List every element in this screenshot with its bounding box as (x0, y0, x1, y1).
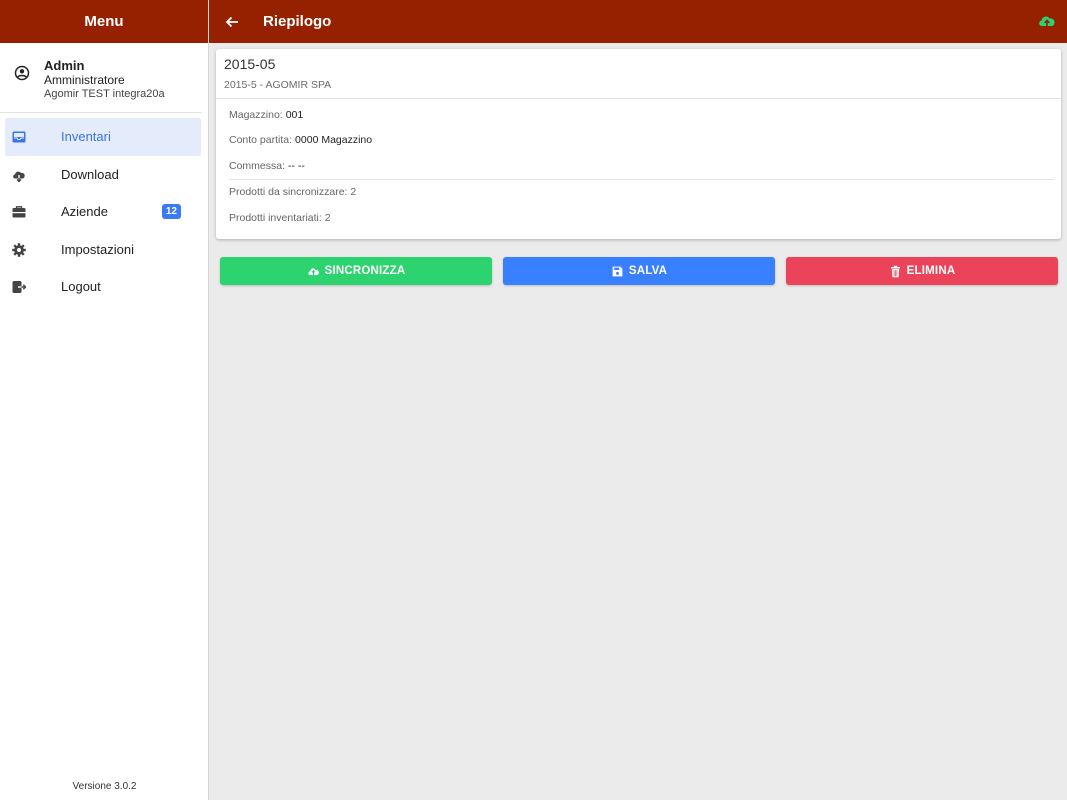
sidebar-item-label: Download (61, 166, 119, 182)
sync-button-label: SINCRONIZZA (324, 265, 406, 277)
sidebar-item-impostazioni[interactable]: Impostazioni (5, 231, 201, 269)
save-icon (612, 266, 623, 276)
user-profile: Admin Amministratore Agomir TEST integra… (0, 43, 202, 113)
inventory-summary-card: 2015-05 2015-5 - AGOMIR SPA Magazzino: 0… (216, 49, 1061, 239)
save-button-label: SALVA (628, 265, 668, 277)
card-header: 2015-05 2015-5 - AGOMIR SPA (216, 49, 1061, 99)
cloud-upload-icon (308, 267, 319, 275)
sidebar-item-download[interactable]: Download (5, 156, 201, 194)
sidebar-item-label: Inventari (61, 129, 111, 145)
magazzino-row: Magazzino: 001 (229, 102, 1054, 128)
sidebar-menu: Inventari Download Aziende 12 Impostazio… (0, 118, 208, 306)
aziende-count-badge: 12 (161, 204, 181, 219)
top-toolbar: Riepilogo (209, 0, 1067, 43)
conto-partita-label: Conto partita: (229, 134, 293, 147)
logout-icon (12, 281, 27, 293)
user-name: Admin (44, 58, 85, 73)
prodotti-da-sincronizzare: Prodotti da sincronizzare: 2 (229, 186, 357, 199)
conto-partita-value: 0000 Magazzino (295, 134, 373, 147)
delete-button[interactable]: ELIMINA (786, 257, 1058, 285)
sidebar-item-aziende[interactable]: Aziende 12 (5, 193, 201, 231)
conto-partita-row: Conto partita: 0000 Magazzino (229, 128, 1054, 154)
gear-icon (12, 242, 26, 257)
sidebar-item-logout[interactable]: Logout (5, 268, 201, 306)
briefcase-icon (12, 206, 26, 218)
prodotti-inventariati: Prodotti inventariati: 2 (229, 211, 331, 224)
commessa-label: Commessa: (229, 159, 286, 172)
back-button[interactable] (223, 13, 241, 31)
sidebar-item-inventari[interactable]: Inventari (5, 118, 201, 156)
delete-button-label: ELIMINA (906, 265, 956, 277)
magazzino-label: Magazzino: (229, 108, 283, 121)
magazzino-value: 001 (285, 108, 304, 121)
save-button[interactable]: SALVA (503, 257, 775, 285)
sidebar-title: Menu (0, 0, 208, 43)
cloud-download-icon (13, 171, 25, 182)
commessa-value: -- -- (288, 159, 305, 172)
inventory-title: 2015-05 (224, 56, 276, 72)
cloud-upload-icon[interactable] (1037, 12, 1057, 30)
card-body: Magazzino: 001 Conto partita: 0000 Magaz… (216, 102, 1061, 231)
inventory-subtitle: 2015-5 - AGOMIR SPA (224, 79, 332, 91)
sync-button[interactable]: SINCRONIZZA (220, 257, 492, 285)
sidebar-item-label: Aziende (61, 204, 108, 220)
sidebar: Menu Admin Amministratore Agomir TEST in… (0, 0, 209, 800)
sidebar-item-label: Impostazioni (61, 241, 134, 257)
user-company: Agomir TEST integra20a (44, 88, 165, 100)
app-version: Versione 3.0.2 (72, 781, 137, 792)
sidebar-item-label: Logout (61, 279, 101, 295)
page-title: Riepilogo (263, 13, 332, 30)
user-role: Amministratore (44, 73, 125, 87)
trash-icon (890, 265, 900, 277)
commessa-row: Commessa: -- -- (229, 153, 1054, 179)
inbox-icon (12, 131, 26, 143)
arrow-left-icon (225, 16, 238, 27)
user-circle-icon (14, 65, 30, 81)
